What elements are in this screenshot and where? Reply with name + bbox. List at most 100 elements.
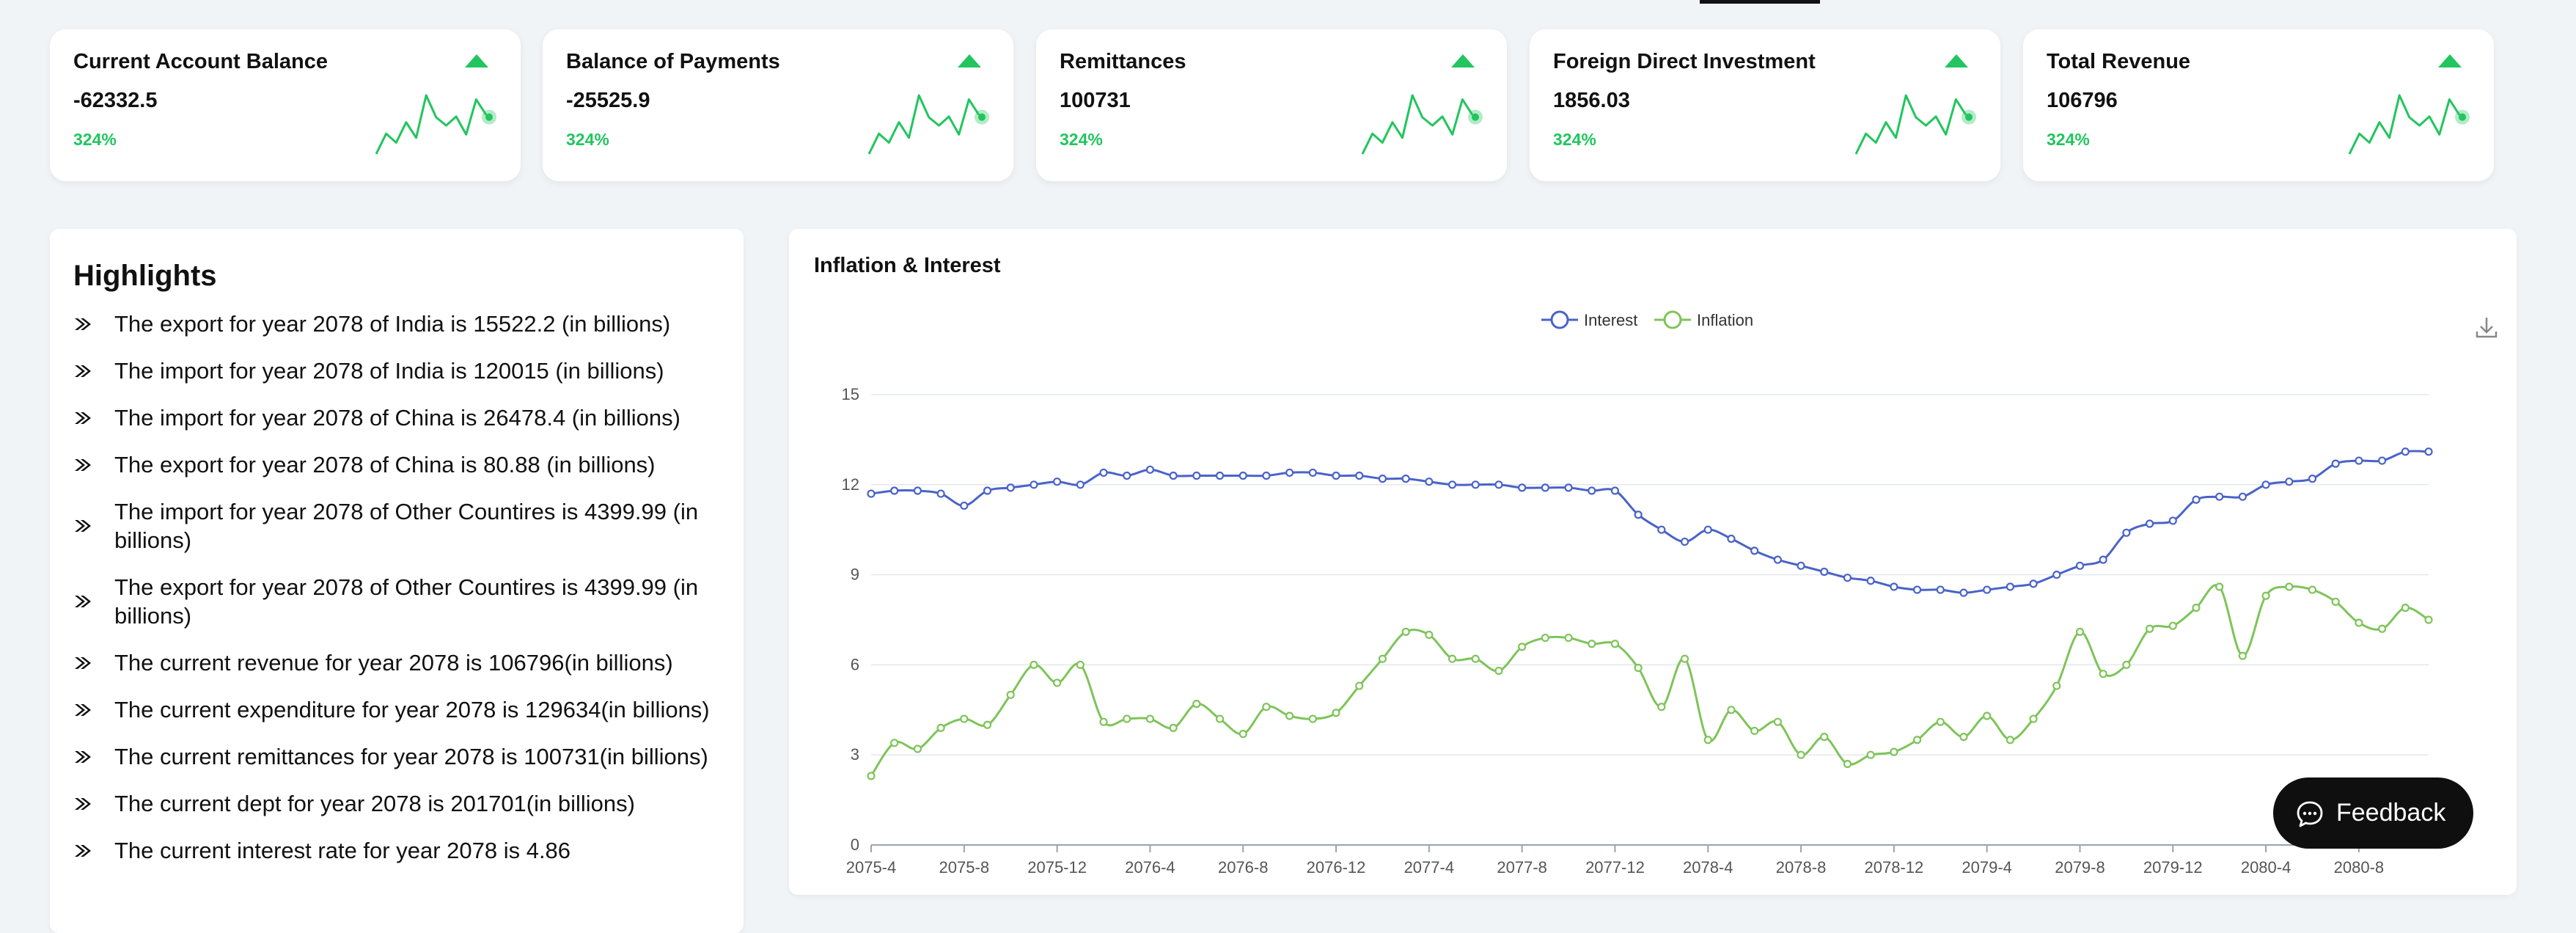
data-point[interactable] bbox=[2168, 516, 2177, 525]
data-point[interactable] bbox=[1634, 663, 1643, 673]
data-point[interactable] bbox=[1355, 681, 1364, 690]
data-point[interactable] bbox=[1843, 574, 1852, 582]
data-point[interactable] bbox=[1797, 750, 1805, 759]
data-point[interactable] bbox=[2238, 492, 2247, 501]
data-point[interactable] bbox=[1192, 471, 1201, 480]
data-point[interactable] bbox=[1285, 711, 1294, 720]
data-point[interactable] bbox=[983, 486, 992, 495]
data-point[interactable] bbox=[1053, 678, 1062, 687]
data-point[interactable] bbox=[1820, 567, 1829, 577]
data-point[interactable] bbox=[1890, 747, 1898, 756]
data-point[interactable] bbox=[1425, 630, 1434, 640]
data-point[interactable] bbox=[1332, 709, 1340, 717]
data-point[interactable] bbox=[1727, 706, 1736, 714]
data-point[interactable] bbox=[936, 489, 945, 498]
data-point[interactable] bbox=[2029, 579, 2038, 588]
data-point[interactable] bbox=[1588, 640, 1596, 648]
data-point[interactable] bbox=[1983, 711, 1992, 720]
data-point[interactable] bbox=[983, 720, 992, 729]
kpi-card-remittances[interactable]: Remittances 100731 324% bbox=[1036, 29, 1507, 181]
data-point[interactable] bbox=[1145, 714, 1155, 723]
data-point[interactable] bbox=[2168, 621, 2177, 630]
data-point[interactable] bbox=[913, 744, 922, 753]
data-point[interactable] bbox=[1262, 703, 1271, 711]
data-point[interactable] bbox=[1797, 561, 1805, 570]
data-point[interactable] bbox=[960, 714, 969, 723]
data-point[interactable] bbox=[2192, 495, 2201, 504]
data-point[interactable] bbox=[2006, 582, 2014, 591]
data-point[interactable] bbox=[2401, 604, 2410, 612]
data-point[interactable] bbox=[1308, 714, 1317, 723]
data-point[interactable] bbox=[1215, 714, 1225, 723]
data-point[interactable] bbox=[1959, 588, 1968, 597]
data-point[interactable] bbox=[913, 486, 922, 495]
data-point[interactable] bbox=[2029, 714, 2038, 723]
data-point[interactable] bbox=[867, 489, 876, 498]
data-point[interactable] bbox=[1634, 511, 1643, 519]
data-point[interactable] bbox=[2122, 660, 2131, 670]
data-point[interactable] bbox=[2377, 456, 2387, 465]
data-point[interactable] bbox=[2145, 519, 2154, 528]
data-point[interactable] bbox=[1053, 478, 1062, 486]
data-point[interactable] bbox=[1912, 585, 1922, 594]
data-point[interactable] bbox=[1239, 729, 1247, 739]
data-point[interactable] bbox=[1773, 717, 1782, 726]
data-point[interactable] bbox=[1239, 471, 1247, 480]
data-point[interactable] bbox=[1750, 726, 1759, 736]
data-point[interactable] bbox=[1912, 736, 1922, 744]
data-point[interactable] bbox=[1215, 471, 1225, 480]
kpi-card-total-revenue[interactable]: Total Revenue 106796 324% bbox=[2023, 29, 2494, 181]
data-point[interactable] bbox=[2308, 585, 2317, 594]
data-point[interactable] bbox=[2075, 561, 2085, 570]
data-point[interactable] bbox=[1866, 577, 1875, 585]
data-point[interactable] bbox=[1541, 633, 1549, 643]
data-point[interactable] bbox=[1843, 759, 1852, 769]
data-point[interactable] bbox=[1332, 471, 1340, 480]
data-point[interactable] bbox=[1564, 483, 1573, 492]
data-point[interactable] bbox=[1285, 468, 1294, 478]
kpi-card-balance-of-payments[interactable]: Balance of Payments -25525.9 324% bbox=[543, 29, 1013, 181]
data-point[interactable] bbox=[1750, 546, 1759, 555]
data-point[interactable] bbox=[1610, 640, 1620, 648]
data-point[interactable] bbox=[2215, 582, 2224, 591]
data-point[interactable] bbox=[2285, 582, 2294, 591]
data-point[interactable] bbox=[2261, 591, 2270, 600]
data-point[interactable] bbox=[1076, 660, 1085, 670]
data-point[interactable] bbox=[1703, 525, 1712, 534]
data-point[interactable] bbox=[936, 723, 945, 732]
data-point[interactable] bbox=[1123, 471, 1131, 480]
data-point[interactable] bbox=[1447, 480, 1457, 489]
data-point[interactable] bbox=[2355, 618, 2363, 627]
data-point[interactable] bbox=[1773, 555, 1782, 564]
data-point[interactable] bbox=[1262, 471, 1271, 480]
data-point[interactable] bbox=[2377, 624, 2387, 633]
data-point[interactable] bbox=[1657, 525, 1666, 534]
data-point[interactable] bbox=[1030, 480, 1038, 489]
data-point[interactable] bbox=[1425, 478, 1434, 486]
data-point[interactable] bbox=[2215, 492, 2224, 501]
data-point[interactable] bbox=[2401, 447, 2410, 456]
data-point[interactable] bbox=[1936, 585, 1945, 594]
data-point[interactable] bbox=[1657, 703, 1666, 711]
data-point[interactable] bbox=[2308, 475, 2317, 483]
data-point[interactable] bbox=[2285, 478, 2294, 486]
data-point[interactable] bbox=[2261, 480, 2270, 489]
data-point[interactable] bbox=[1518, 643, 1527, 651]
data-point[interactable] bbox=[890, 739, 899, 747]
data-point[interactable] bbox=[1378, 654, 1387, 663]
data-point[interactable] bbox=[1145, 465, 1155, 474]
feedback-button[interactable]: Feedback bbox=[2273, 778, 2473, 849]
data-point[interactable] bbox=[1169, 471, 1178, 480]
data-point[interactable] bbox=[2424, 615, 2433, 624]
data-point[interactable] bbox=[1959, 733, 1968, 742]
data-point[interactable] bbox=[890, 486, 899, 495]
data-point[interactable] bbox=[2099, 670, 2107, 678]
data-point[interactable] bbox=[2075, 627, 2085, 636]
data-point[interactable] bbox=[1308, 468, 1317, 478]
data-point[interactable] bbox=[2052, 571, 2061, 579]
kpi-card-current-account-balance[interactable]: Current Account Balance -62332.5 324% bbox=[50, 29, 521, 181]
data-point[interactable] bbox=[1030, 660, 1038, 670]
data-point[interactable] bbox=[1541, 483, 1549, 492]
data-point[interactable] bbox=[1471, 654, 1480, 663]
data-point[interactable] bbox=[2331, 597, 2340, 607]
